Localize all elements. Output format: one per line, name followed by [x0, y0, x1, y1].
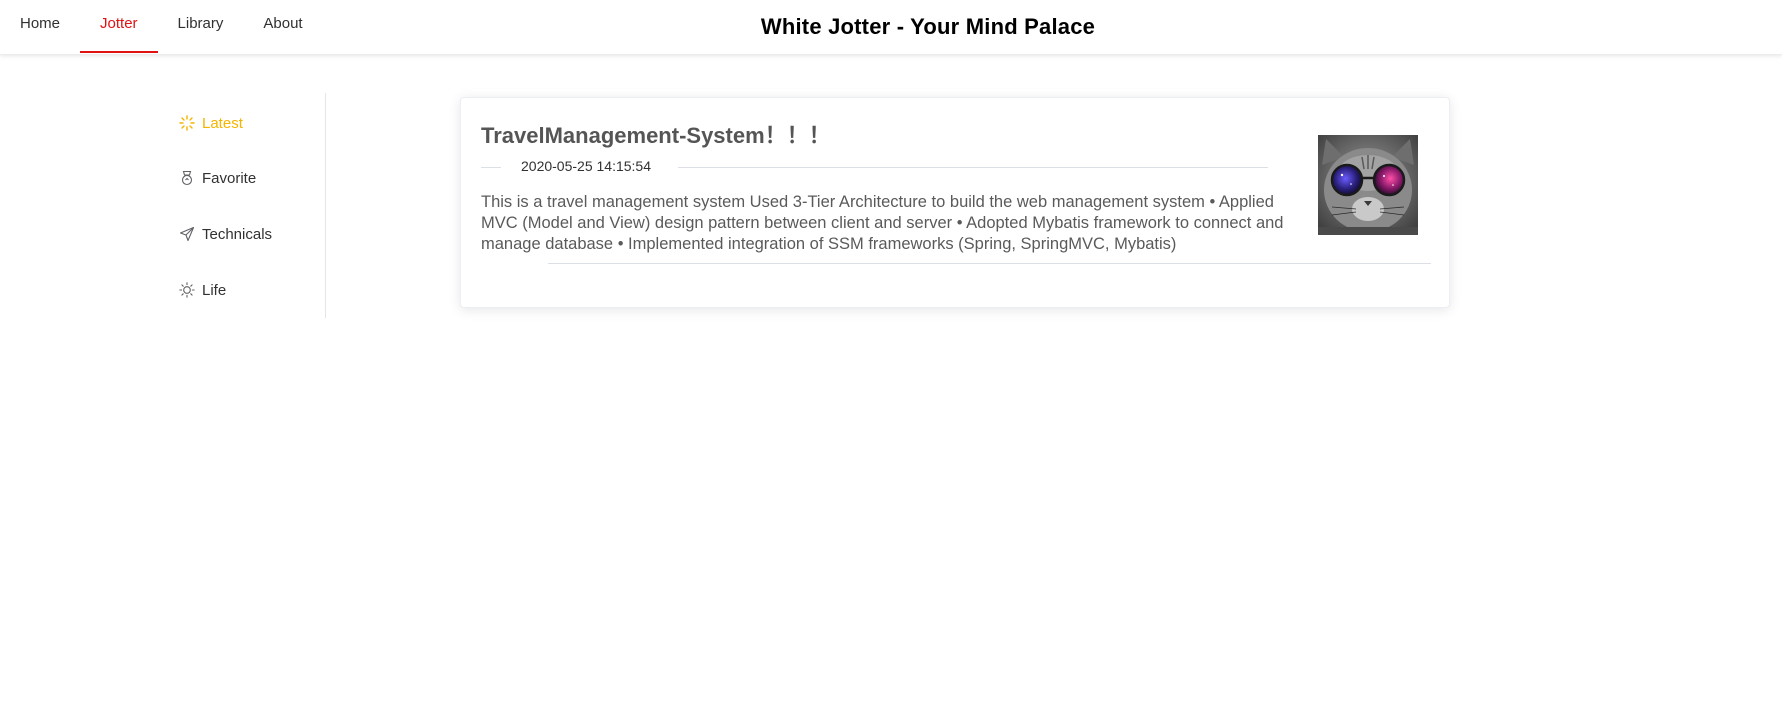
sidebar-item-favorite[interactable]: Favorite [178, 164, 256, 192]
sidebar-item-technicals[interactable]: Technicals [178, 220, 272, 248]
article-title[interactable]: TravelManagement-System！！！ [481, 118, 831, 150]
sidebar-item-life[interactable]: Life [178, 276, 226, 304]
sidebar-item-label: Life [202, 281, 227, 299]
date-divider-right [678, 167, 1268, 168]
cat-sunglasses-image [1318, 135, 1418, 235]
top-navbar: Home Jotter Library About White Jotter -… [0, 0, 1782, 55]
date-divider-left [481, 167, 501, 168]
article-abstract: This is a travel management system Used … [481, 193, 1284, 253]
article-card: TravelManagement-System！！！ 2020-05-25 14… [460, 97, 1450, 308]
sidebar-item-label: Latest [202, 114, 243, 132]
sidebar-item-label: Favorite [202, 169, 257, 187]
site-title: White Jotter - Your Mind Palace [760, 14, 1096, 39]
sunny-icon [178, 281, 196, 299]
article-bottom-divider [548, 263, 1431, 264]
article-date: 2020-05-25 14:15:54 [521, 158, 651, 174]
sidebar-item-label: Technicals [202, 225, 273, 243]
loading-icon [178, 114, 196, 132]
medal-icon [178, 169, 196, 187]
category-sidebar: Latest Favorite Technicals Life [168, 93, 326, 318]
article-thumbnail-image[interactable] [1318, 135, 1418, 235]
sidebar-item-latest[interactable]: Latest [178, 109, 243, 137]
send-icon [178, 225, 196, 243]
